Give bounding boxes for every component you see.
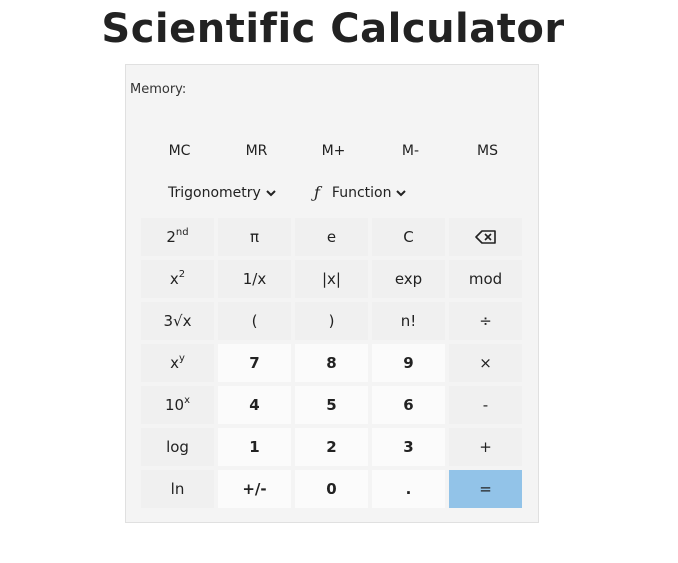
ten-sup: x: [184, 394, 190, 406]
memory-buttons: MC MR M+ M- MS: [141, 139, 527, 163]
decimal-button[interactable]: .: [372, 470, 445, 508]
digit-7-button[interactable]: 7: [218, 344, 291, 382]
memory-clear-button[interactable]: MC: [141, 139, 218, 163]
square-base: x: [169, 270, 179, 288]
function-label: Function: [331, 185, 392, 201]
absolute-value-button[interactable]: |x|: [295, 260, 368, 298]
divide-button[interactable]: ÷: [449, 302, 522, 340]
memory-add-button[interactable]: M+: [295, 139, 372, 163]
trigonometry-dropdown[interactable]: Trigonometry: [168, 181, 277, 205]
reciprocal-button[interactable]: 1/x: [218, 260, 291, 298]
digit-6-button[interactable]: 6: [372, 386, 445, 424]
pi-button[interactable]: π: [218, 218, 291, 256]
calculator-panel: Memory: MC MR M+ M- MS Trigonometry ƒ Fu…: [125, 64, 539, 523]
second-function-button[interactable]: 2nd: [141, 218, 214, 256]
multiply-button[interactable]: ×: [449, 344, 522, 382]
memory-recall-button[interactable]: MR: [218, 139, 295, 163]
exp-button[interactable]: exp: [372, 260, 445, 298]
factorial-button[interactable]: n!: [372, 302, 445, 340]
digit-8-button[interactable]: 8: [295, 344, 368, 382]
memory-label: Memory:: [130, 82, 187, 97]
function-icon: ƒ: [314, 183, 320, 202]
ten-power-button[interactable]: 10 x: [141, 386, 214, 424]
digit-5-button[interactable]: 5: [295, 386, 368, 424]
second-sup: nd: [175, 226, 189, 238]
mod-button[interactable]: mod: [449, 260, 522, 298]
power-base: x: [170, 354, 179, 372]
equals-button[interactable]: =: [449, 470, 522, 508]
trigonometry-label: Trigonometry: [168, 185, 261, 201]
keypad: 2nd π e C x2 1/x |x| exp mod 3√x ( ) n! …: [141, 218, 527, 508]
digit-0-button[interactable]: 0: [295, 470, 368, 508]
ln-button[interactable]: ln: [141, 470, 214, 508]
negate-button[interactable]: +/-: [218, 470, 291, 508]
open-paren-button[interactable]: (: [218, 302, 291, 340]
square-sup: 2: [178, 268, 186, 280]
minus-button[interactable]: -: [449, 386, 522, 424]
digit-2-button[interactable]: 2: [295, 428, 368, 466]
chevron-down-icon: [266, 190, 276, 197]
e-button[interactable]: e: [295, 218, 368, 256]
digit-1-button[interactable]: 1: [218, 428, 291, 466]
power-button[interactable]: xy: [141, 344, 214, 382]
ten-base: 10: [164, 396, 185, 414]
memory-store-button[interactable]: MS: [449, 139, 526, 163]
chevron-down-icon: [396, 190, 407, 197]
close-paren-button[interactable]: ): [295, 302, 368, 340]
memory-subtract-button[interactable]: M-: [372, 139, 449, 163]
clear-button[interactable]: C: [372, 218, 445, 256]
function-dropdown[interactable]: ƒ Function: [314, 181, 407, 205]
second-base: 2: [166, 228, 176, 246]
page-title: Scientific Calculator: [101, 6, 565, 52]
log-button[interactable]: log: [141, 428, 214, 466]
digit-9-button[interactable]: 9: [372, 344, 445, 382]
cube-root-button[interactable]: 3√x: [141, 302, 214, 340]
digit-3-button[interactable]: 3: [372, 428, 445, 466]
digit-4-button[interactable]: 4: [218, 386, 291, 424]
square-button[interactable]: x2: [141, 260, 214, 298]
power-sup: y: [178, 352, 185, 364]
backspace-button[interactable]: [449, 218, 522, 256]
plus-button[interactable]: +: [449, 428, 522, 466]
backspace-icon: [474, 230, 496, 244]
